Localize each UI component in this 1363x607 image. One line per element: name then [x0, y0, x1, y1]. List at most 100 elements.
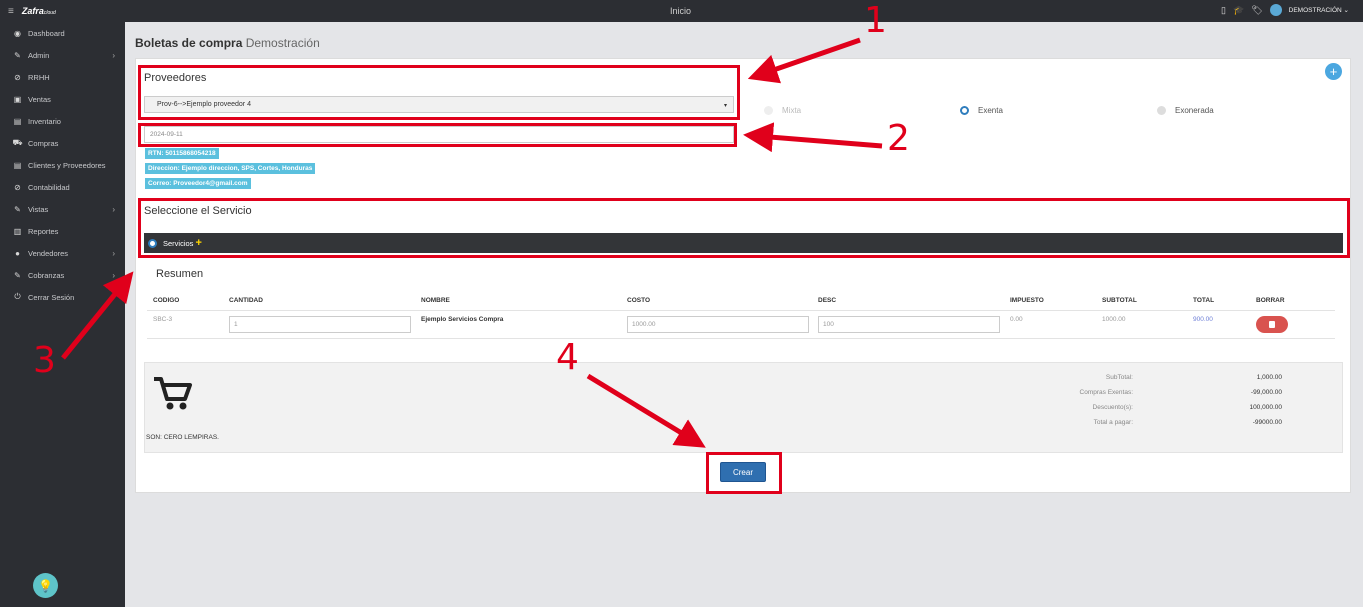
total-pagar-label: Total a pagar: — [1093, 419, 1133, 426]
col-header: IMPUESTO — [1010, 297, 1044, 304]
list-icon: ▥ — [13, 226, 22, 236]
paperclip-icon: ⊘ — [14, 182, 21, 192]
cell-codigo: SBC-3 — [153, 316, 173, 323]
sidebar-item-rrhh[interactable]: ⊘ RRHH — [0, 66, 125, 88]
sidebar-item-clientes-y-proveedores[interactable]: ▤ Clientes y Proveedores — [0, 154, 125, 176]
graduation-cap-icon[interactable]: 🎓 — [1233, 5, 1244, 16]
lightbulb-icon[interactable]: 💡 — [33, 573, 58, 598]
compras-exentas-label: Compras Exentas: — [1079, 389, 1133, 396]
annotation-box-1 — [138, 65, 740, 120]
sidebar-item-label: Admin — [28, 50, 50, 60]
chevron-right-icon: › — [112, 50, 115, 60]
table-divider — [147, 338, 1335, 339]
sidebar-item-vistas[interactable]: ✎ Vistas › — [0, 198, 125, 220]
annotation-number-3: 3 — [33, 340, 56, 381]
sidebar-item-label: Clientes y Proveedores — [28, 160, 106, 170]
sidebar-nav: ◉ Dashboard ✎ Admin › ⊘ RRHH ▣ Ventas ▤ Inventario… — [0, 22, 125, 308]
sidebar-brand: ≡ Zafracloud — [0, 0, 125, 22]
col-header: COSTO — [627, 297, 650, 304]
book-icon: ▤ — [13, 116, 22, 126]
sidebar-item-admin[interactable]: ✎ Admin › — [0, 44, 125, 66]
user-menu[interactable]: DEMOSTRACIÓN ⌄ — [1289, 6, 1349, 14]
shopping-cart-icon — [152, 375, 194, 421]
power-icon: ⏻ — [14, 292, 21, 301]
total-pagar-value: -99000.00 — [1252, 419, 1282, 426]
delete-button[interactable] — [1256, 316, 1288, 333]
sidebar-item-ventas[interactable]: ▣ Ventas — [0, 88, 125, 110]
radio-exenta[interactable]: Exenta — [960, 106, 1003, 115]
direccion-badge: Direccion: Ejemplo direccion, SPS, Corte… — [145, 163, 316, 174]
chevron-right-icon: › — [112, 204, 115, 214]
sidebar-item-label: Cerrar Sesión — [28, 292, 75, 302]
sidebar-item-inventario[interactable]: ▤ Inventario — [0, 110, 125, 132]
app-logo[interactable]: Zafracloud — [22, 6, 56, 16]
sidebar: ≡ Zafracloud ◉ Dashboard ✎ Admin › ⊘ RRHH ▣ Vent… — [0, 0, 125, 607]
sidebar-item-label: Inventario — [28, 116, 61, 126]
sidebar-item-label: Vistas — [28, 204, 49, 214]
cart-icon: ⛟ — [12, 138, 23, 147]
annotation-box-2 — [138, 123, 737, 147]
descuento-label: Descuento(s): — [1092, 404, 1133, 411]
correo-badge: Correo: Proveedor4@gmail.com — [145, 178, 251, 189]
sidebar-item-dashboard[interactable]: ◉ Dashboard — [0, 22, 125, 44]
radio-dot — [1157, 106, 1166, 115]
radio-mixta[interactable]: Mixta — [764, 106, 801, 115]
cell-nombre: Ejemplo Servicios Compra — [421, 316, 504, 323]
col-header: TOTAL — [1193, 297, 1215, 304]
col-header: DESC — [818, 297, 837, 304]
user-icon: ● — [15, 248, 20, 258]
compras-exentas-value: -99,000.00 — [1250, 389, 1282, 396]
subtotal-value: 1,000.00 — [1256, 374, 1282, 381]
tags-icon[interactable]: 🏷 — [1251, 5, 1262, 16]
annotation-box-3 — [138, 198, 1350, 258]
sidebar-item-label: Dashboard — [28, 28, 65, 38]
sidebar-item-reportes[interactable]: ▥ Reportes — [0, 220, 125, 242]
sidebar-item-compras[interactable]: ⛟ Compras — [0, 132, 125, 154]
top-bar: Inicio ▯ 🎓 🏷 DEMOSTRACIÓN ⌄ — [125, 0, 1363, 22]
add-icon[interactable]: + — [1325, 63, 1342, 80]
paperclip-icon: ⊘ — [14, 72, 21, 82]
cantidad-input[interactable]: 1 — [229, 316, 411, 333]
hamburger-menu-icon[interactable]: ≡ — [8, 6, 14, 17]
sidebar-item-cobranzas[interactable]: ✎ Cobranzas › — [0, 264, 125, 286]
annotation-box-4 — [706, 452, 782, 494]
col-header: CANTIDAD — [229, 297, 263, 304]
cell-impuesto: 0.00 — [1010, 316, 1023, 323]
wrench-icon: ✎ — [14, 50, 21, 60]
annotation-number-2: 2 — [887, 118, 910, 159]
annotation-number-4: 4 — [556, 337, 579, 378]
cell-total: 900.00 — [1193, 316, 1213, 323]
resumen-title: Resumen — [156, 268, 204, 280]
totals-panel — [144, 362, 1343, 453]
subtotal-label: SubTotal: — [1105, 374, 1133, 381]
page-title: Boletas de compra Demostración — [135, 36, 320, 50]
costo-input[interactable]: 1000.00 — [627, 316, 809, 333]
descuento-value: 100,000.00 — [1249, 404, 1282, 411]
dashboard-icon: ◉ — [14, 28, 21, 38]
trash-icon — [1269, 321, 1275, 328]
sidebar-item-label: Contabilidad — [28, 182, 70, 192]
col-header: SUBTOTAL — [1102, 297, 1137, 304]
cell-subtotal: 1000.00 — [1102, 316, 1126, 323]
mobile-icon[interactable]: ▯ — [1221, 5, 1226, 16]
radio-exonerada[interactable]: Exonerada — [1157, 106, 1214, 115]
edit-icon: ✎ — [14, 270, 21, 280]
sidebar-item-label: Reportes — [28, 226, 59, 236]
radio-dot — [764, 106, 773, 115]
chevron-right-icon: › — [112, 270, 115, 280]
book-icon: ▤ — [13, 160, 22, 170]
edit-icon: ✎ — [14, 204, 21, 214]
chevron-right-icon: › — [112, 248, 115, 258]
sidebar-item-label: Vendedores — [28, 248, 69, 258]
topbar-title: Inicio — [670, 6, 692, 16]
sidebar-item-vendedores[interactable]: ● Vendedores › — [0, 242, 125, 264]
user-avatar[interactable] — [1269, 4, 1282, 16]
video-icon: ▣ — [13, 94, 22, 104]
sidebar-item-cerrar-sesi-n[interactable]: ⏻ Cerrar Sesión — [0, 286, 125, 308]
radio-dot — [960, 106, 969, 115]
desc-input[interactable]: 100 — [818, 316, 1000, 333]
sidebar-item-contabilidad[interactable]: ⊘ Contabilidad — [0, 176, 125, 198]
sidebar-item-label: Ventas — [28, 94, 51, 104]
col-header: CODIGO — [153, 297, 180, 304]
amount-in-words: SON: CERO LEMPIRAS. — [146, 434, 219, 441]
